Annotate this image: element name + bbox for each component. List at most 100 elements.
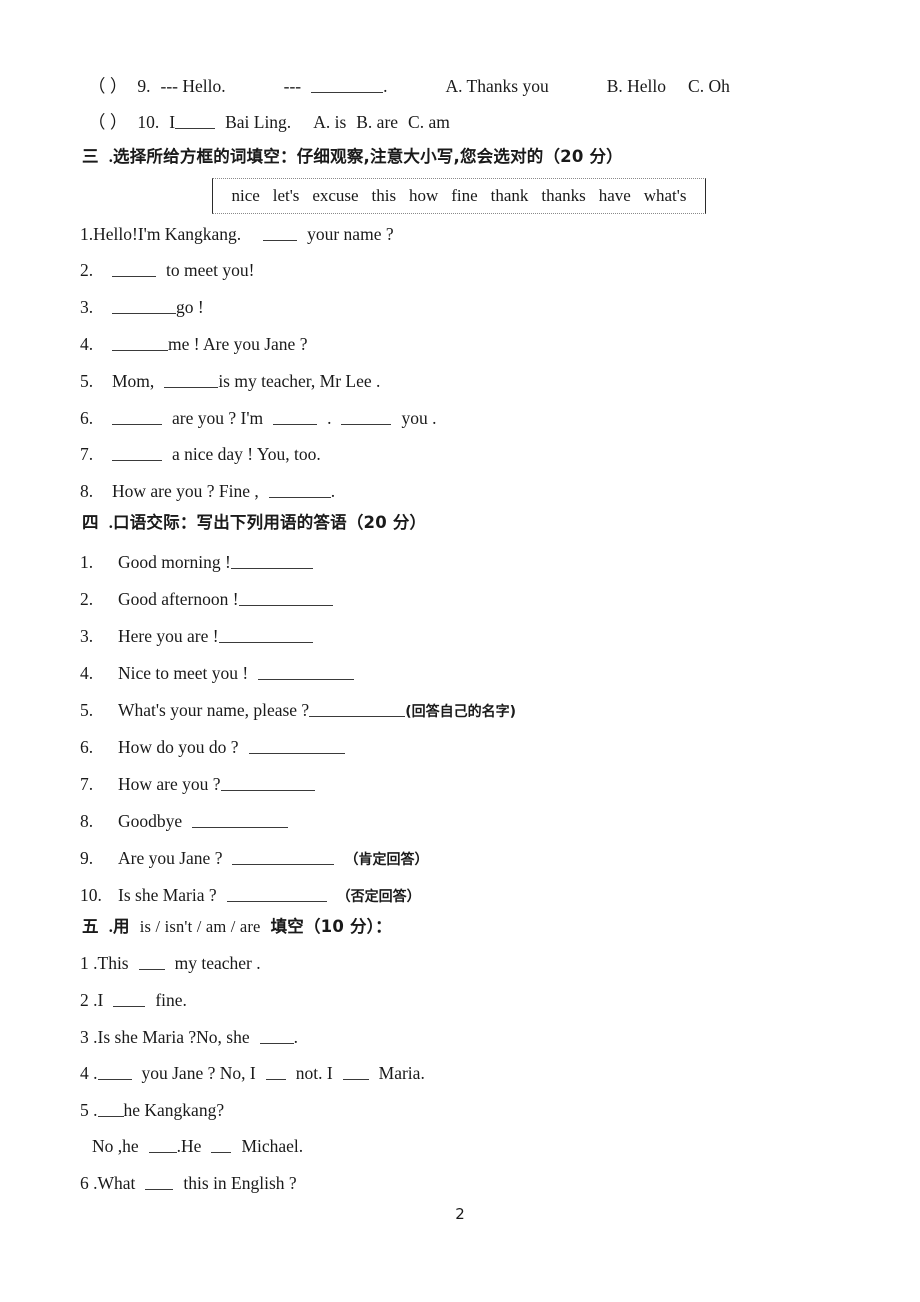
s3-item-text: Mom, [112, 371, 155, 391]
s3-item-number: 5. [80, 371, 94, 391]
s5-item-text-a: No ,he [92, 1136, 139, 1156]
answer-blank[interactable] [97, 1066, 132, 1080]
answer-blank[interactable] [342, 1066, 369, 1080]
answer-blank[interactable] [112, 263, 156, 277]
word-bank-item[interactable]: this [372, 186, 397, 206]
s5-item-text-a: Is she Maria ?No, she [97, 1027, 250, 1047]
s3-item-number: 1. [80, 224, 94, 244]
answer-blank[interactable] [273, 411, 318, 425]
s5-item-3: 3 .Is she Maria ?No, she. [80, 1027, 298, 1047]
mc-option-9b[interactable]: B. Hello [607, 76, 666, 96]
s4-item-number: 3. [80, 626, 94, 646]
word-bank-item[interactable]: what's [644, 186, 687, 206]
s3-item-6: 6. are you ? I'm. you . [80, 408, 436, 428]
s5-item-text-b: he Kangkang? [123, 1100, 225, 1120]
answer-blank[interactable] [258, 666, 355, 680]
s5-item-number: 3 . [80, 1027, 98, 1047]
word-bank-item[interactable]: fine [451, 186, 477, 206]
s5-item-text-d: Maria. [378, 1063, 425, 1083]
s4-item-text: What's your name, please ? [118, 700, 310, 720]
answer-blank[interactable] [218, 629, 313, 643]
s4-item-number: 2. [80, 589, 94, 609]
worksheet-page: （ ） 9. --- Hello. ---. A. Thanks you B. Hello… [0, 0, 920, 1302]
s5-item-4: 4 . you Jane ? No, I not. I Maria. [80, 1063, 425, 1083]
s3-item-text-after: me ! Are you Jane ? [168, 334, 308, 354]
s4-item-text: Are you Jane ? [118, 848, 223, 868]
mc-option-10a[interactable]: A. is [313, 112, 346, 132]
s3-item-text-after: is my teacher, Mr Lee . [218, 371, 381, 391]
answer-blank[interactable] [112, 411, 162, 425]
s4-item-4: 4. Nice to meet you ! [80, 663, 355, 683]
word-bank-item[interactable]: thanks [541, 186, 585, 206]
mc-marker-9: （ ） [88, 76, 128, 96]
s5-item-text-b: .He [176, 1136, 202, 1156]
s4-item-number: 1. [80, 552, 94, 572]
s3-item-text-after: you . [401, 408, 437, 428]
mc-option-9a[interactable]: A. Thanks you [445, 76, 548, 96]
s4-item-number: 10. [80, 885, 102, 905]
answer-blank[interactable] [148, 1139, 177, 1153]
word-bank-item[interactable]: how [409, 186, 438, 206]
mc-number-10: 10. [137, 112, 160, 132]
s3-item-mid1: are you ? I'm [172, 408, 264, 428]
answer-blank[interactable] [113, 993, 146, 1007]
s5-item-text-a: I [97, 990, 104, 1010]
mc-option-10b[interactable]: B. are [356, 112, 398, 132]
s5-item-text-c: not. I [295, 1063, 333, 1083]
answer-blank[interactable] [232, 851, 335, 865]
s5-item-text-b: fine. [155, 990, 187, 1010]
s4-item-note: （肯定回答） [344, 852, 429, 868]
s5-item-6: 6 .What this in English ? [80, 1173, 297, 1193]
mc-option-10c[interactable]: C. am [408, 112, 450, 132]
s4-item-number: 8. [80, 811, 94, 831]
answer-blank[interactable] [175, 115, 216, 129]
s3-item-text-after: to meet you! [166, 260, 255, 280]
mc-option-9c[interactable]: C. Oh [688, 76, 730, 96]
answer-blank[interactable] [238, 592, 333, 606]
answer-blank[interactable] [230, 555, 313, 569]
answer-blank[interactable] [211, 1139, 232, 1153]
answer-blank[interactable] [112, 447, 162, 461]
answer-blank[interactable] [192, 814, 289, 828]
answer-blank[interactable] [309, 703, 406, 717]
answer-blank[interactable] [268, 484, 331, 498]
answer-blank[interactable] [311, 79, 384, 93]
answer-blank[interactable] [97, 1103, 124, 1117]
s4-item-9: 9. Are you Jane ? （肯定回答） [80, 848, 428, 870]
answer-blank[interactable] [248, 740, 345, 754]
word-bank-item[interactable]: excuse [312, 186, 358, 206]
s3-item-text-after: your name ? [307, 224, 394, 244]
answer-blank[interactable] [226, 888, 327, 902]
s3-item-number: 2. [80, 260, 94, 280]
answer-blank[interactable] [265, 1066, 286, 1080]
section-5-heading: 五 .用 is / isn't / am / are 填空（10 分）： [82, 917, 392, 937]
s5-item-number: 4 . [80, 1063, 98, 1083]
answer-blank[interactable] [112, 300, 176, 314]
answer-blank[interactable] [220, 777, 315, 791]
answer-blank[interactable] [112, 337, 168, 351]
word-bank-item[interactable]: thank [491, 186, 529, 206]
section-5-number: 五 [82, 917, 99, 936]
s4-item-note: (回答自己的名字) [405, 704, 516, 720]
word-bank-item[interactable]: nice [231, 186, 259, 206]
s4-item-number: 7. [80, 774, 94, 794]
answer-blank[interactable] [263, 227, 298, 241]
answer-blank[interactable] [145, 1176, 174, 1190]
mc-stem-10b: Bai Ling. [225, 112, 292, 132]
s5-item-number: 2 . [80, 990, 98, 1010]
word-bank-box: nice let's excuse this how fine thank th… [212, 178, 706, 214]
s4-item-10: 10. Is she Maria ? （否定回答） [80, 885, 421, 907]
answer-blank[interactable] [341, 411, 392, 425]
answer-blank[interactable] [164, 374, 219, 388]
page-number: 2 [455, 1205, 465, 1223]
s5-item-text-b: my teacher . [174, 953, 261, 973]
word-bank-item[interactable]: have [599, 186, 631, 206]
s3-item-number: 8. [80, 481, 94, 501]
word-bank-item[interactable]: let's [273, 186, 300, 206]
s5-item-number: 6 . [80, 1173, 98, 1193]
answer-blank[interactable] [259, 1030, 294, 1044]
section-5-forms: is / isn't / am / are [139, 917, 261, 936]
s5-item-number: 5 . [80, 1100, 98, 1120]
mc-stem-9a: --- Hello. [160, 76, 226, 96]
answer-blank[interactable] [138, 956, 165, 970]
